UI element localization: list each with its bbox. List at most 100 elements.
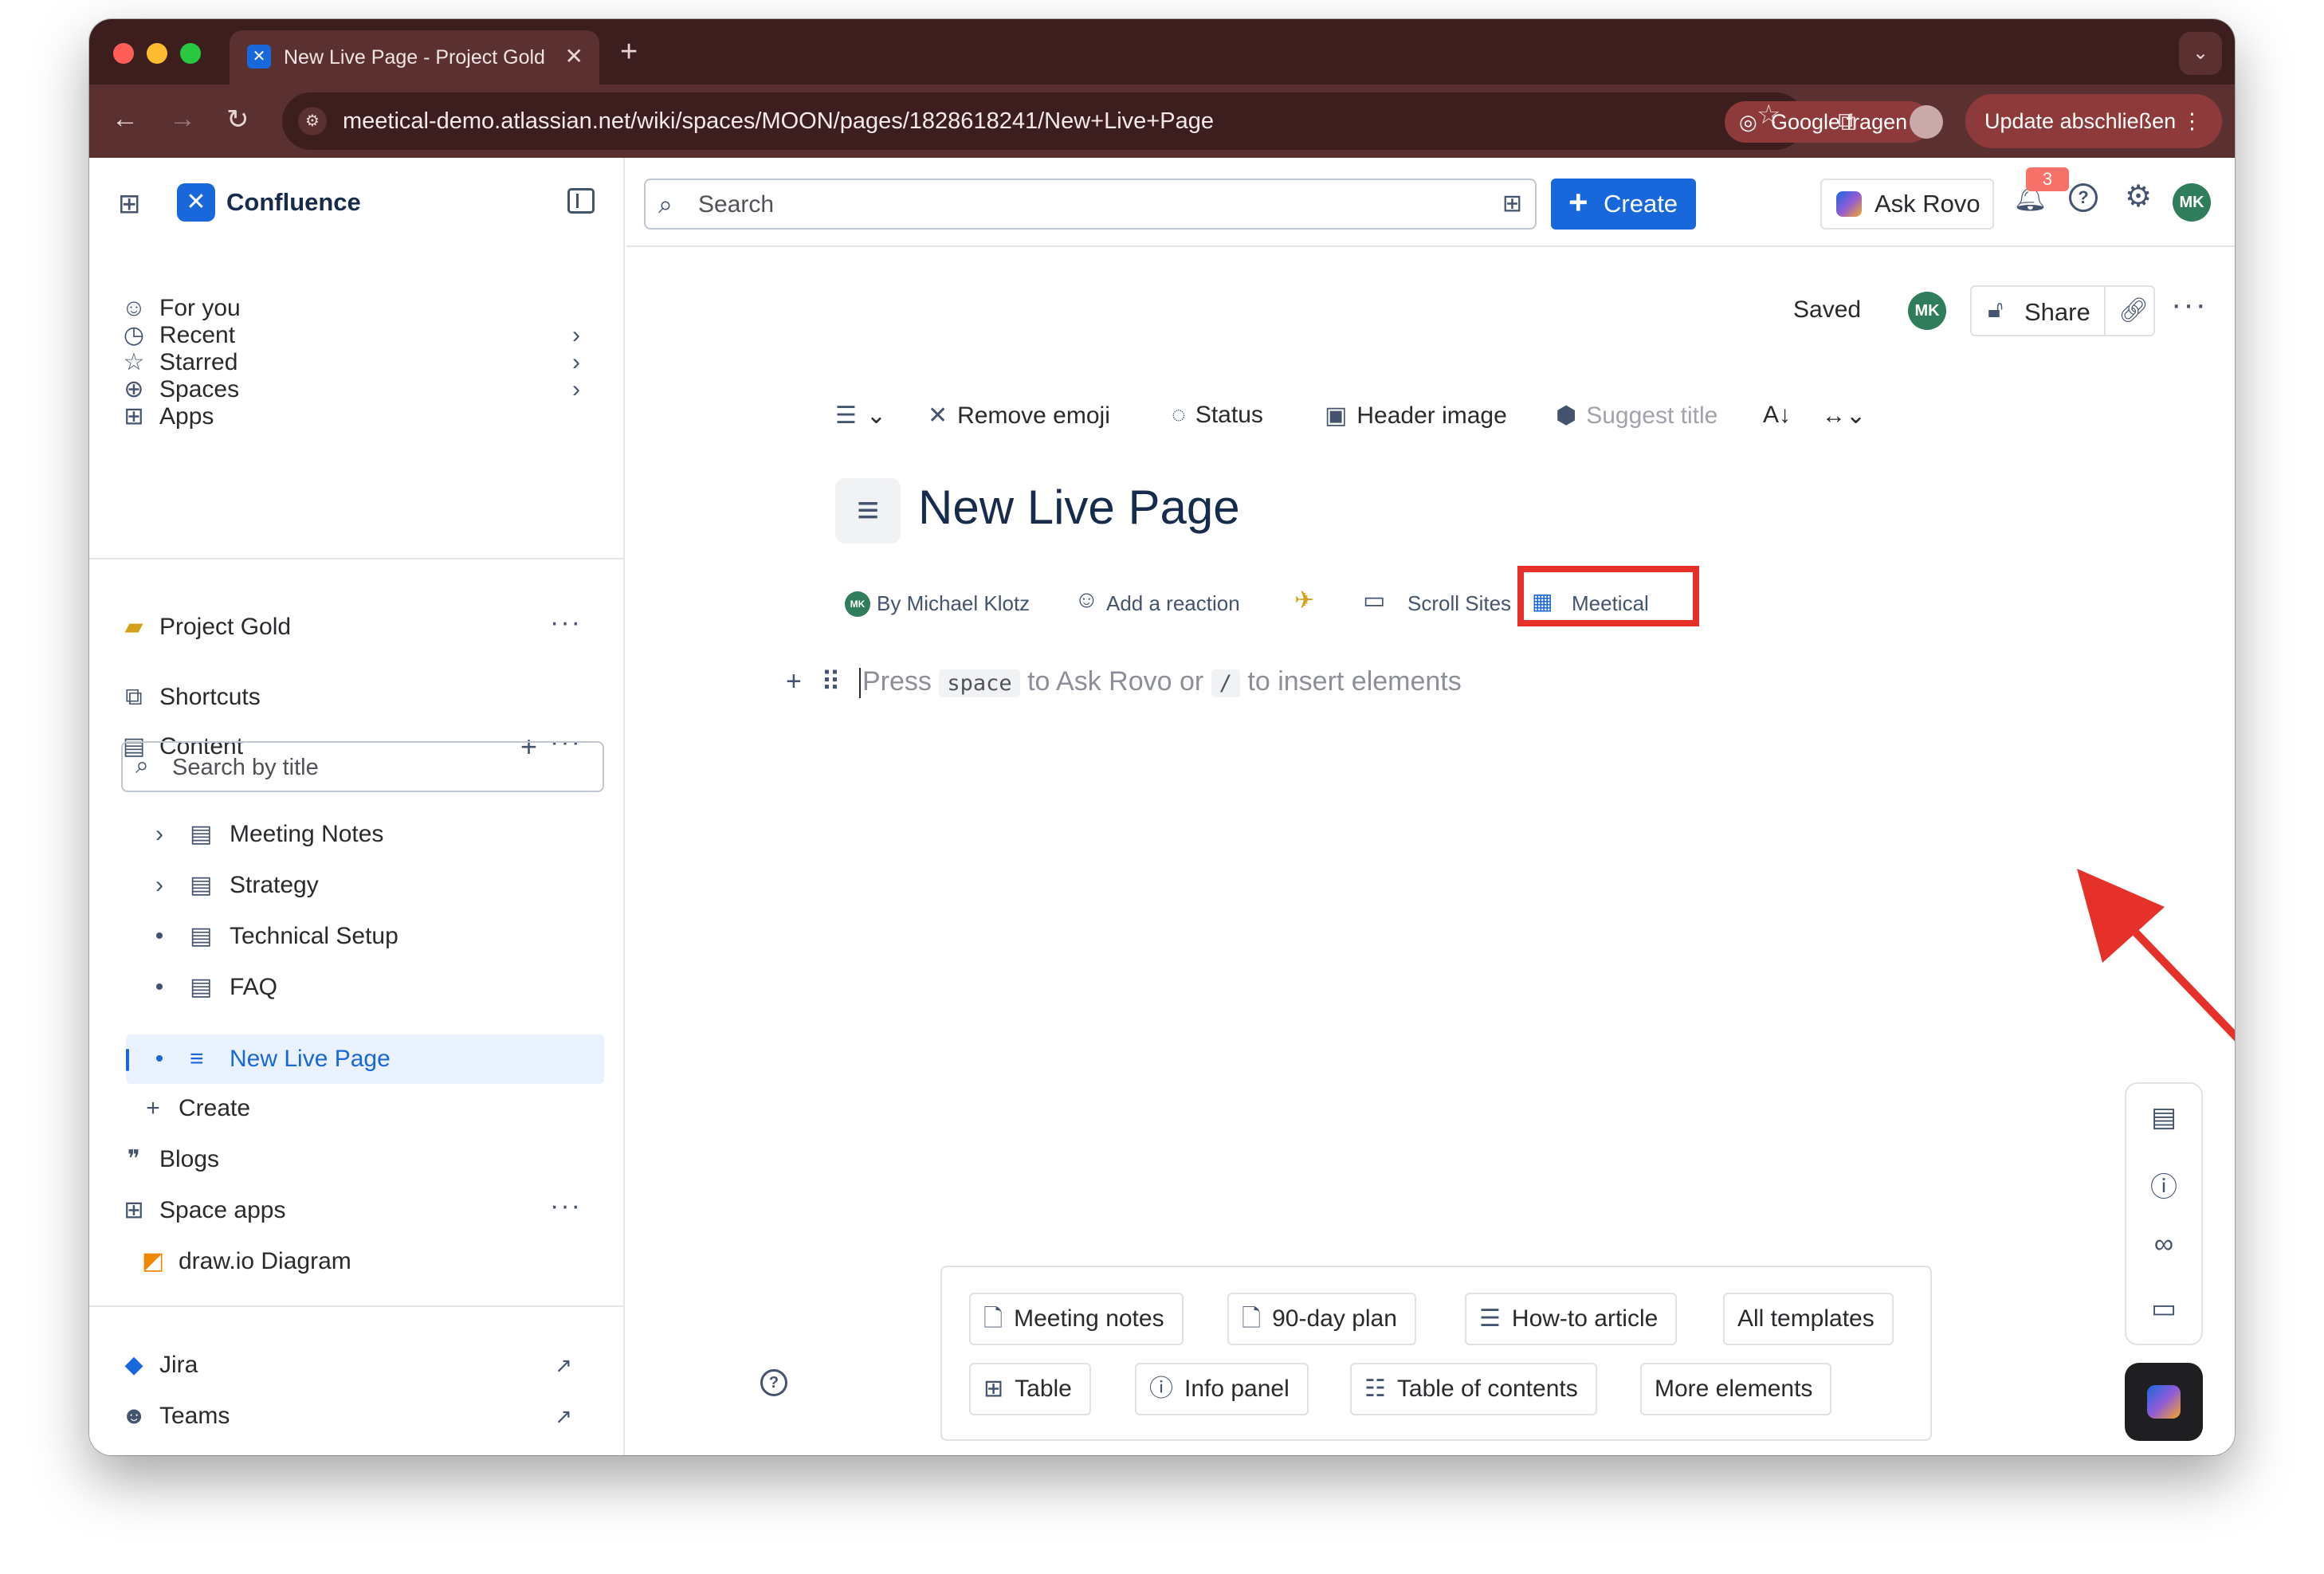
app-switcher-icon[interactable]: ⊞ [118,188,141,220]
saved-status: Saved [1793,296,1862,323]
space-more-icon[interactable]: ··· [550,599,582,646]
close-window-button[interactable] [113,43,134,64]
new-tab-icon[interactable]: + [620,35,638,69]
tab-search-chevron-icon[interactable]: ⌄ [2179,32,2222,75]
app-name[interactable]: Confluence [226,188,361,217]
template-label: Meeting notes [1014,1305,1164,1332]
suggest-title-button[interactable]: ⬢ Suggest title [1556,402,1717,430]
remove-emoji-button[interactable]: ✕ Remove emoji [928,402,1110,430]
search-apps-icon[interactable]: ⊞ [1502,190,1522,218]
element-info-panel[interactable]: ⓘ Info panel [1135,1363,1309,1415]
maximize-window-button[interactable] [180,43,201,64]
width-toggle[interactable]: ↔⌄ [1822,402,1866,430]
add-reaction-icon[interactable]: ☺ [1074,587,1099,614]
back-arrow-icon[interactable]: ← [112,104,139,135]
editor-placeholder[interactable]: + ⠿ Press space to Ask Rovo or / to inse… [786,660,1583,708]
scroll-sites-link[interactable]: Scroll Sites [1407,591,1511,616]
sidebar-item-drawio[interactable]: ◩ draw.io Diagram [137,1238,604,1285]
tree-item-strategy[interactable]: › ▤ Strategy [126,861,604,910]
sidebar-item-blogs[interactable]: ❞ Blogs [118,1136,604,1183]
rovo-logo-icon [2147,1385,2181,1419]
site-settings-icon[interactable]: ⚙ [298,107,327,135]
share-button[interactable]: 🔓︎ Share 🔗︎ [1970,285,2155,336]
template-90-day-plan[interactable]: 🗋 90-day plan [1227,1293,1416,1345]
more-elements-button[interactable]: More elements [1640,1363,1832,1415]
sidebar-item-label: Teams [159,1403,230,1429]
info-icon[interactable]: ⓘ [2126,1165,2201,1204]
settings-gear-icon[interactable]: ⚙ [2125,179,2152,214]
status-dashed-circle-icon: ◌ [1172,402,1186,428]
user-avatar[interactable]: MK [2173,183,2211,222]
all-templates-button[interactable]: All templates [1723,1293,1894,1345]
chevron-right-icon[interactable]: › [150,861,169,910]
tree-item-meeting-notes[interactable]: › ▤ Meeting Notes [126,810,604,859]
update-button[interactable]: Update abschließen ⋮ [1965,94,2222,148]
ask-rovo-button[interactable]: Ask Rovo [1820,179,1994,230]
sidebar-create-button[interactable]: + Create [137,1085,604,1132]
space-key-hint: space [939,669,1020,697]
profile-avatar[interactable] [1910,105,1943,139]
tree-item-technical-setup[interactable]: • ▤ Technical Setup [126,912,604,961]
copy-link-icon[interactable]: 🔗︎ [2118,296,2149,324]
search-input[interactable]: ⌕ Search ⊞ [644,179,1537,230]
drawio-icon: ◩ [141,1248,165,1274]
paper-plane-icon[interactable]: ✈ [1294,587,1314,614]
create-button[interactable]: + Create [1551,179,1696,230]
drag-handle-icon[interactable]: ⠿ [821,666,841,698]
sidebar-search-placeholder: Search by title [172,755,319,780]
page-title[interactable]: New Live Page [918,480,1240,535]
external-link-icon[interactable]: ↗ [555,1342,572,1388]
collapse-sidebar-icon[interactable] [567,188,595,214]
space-header[interactable]: ▰ Project Gold ··· [118,604,604,650]
loop-add-icon[interactable]: ∞ [2126,1229,2201,1260]
comment-icon[interactable]: ▤ [2126,1101,2201,1133]
sidebar-item-space-apps[interactable]: ⊞ Space apps ··· [118,1187,604,1234]
suggest-title-label: Suggest title [1586,402,1718,429]
sidebar-item-label: draw.io Diagram [179,1248,351,1274]
google-lens-button[interactable]: ◎ Google fragen [1725,101,1930,143]
header-image-button[interactable]: ▣ Header image [1325,402,1507,430]
add-block-icon[interactable]: + [786,666,802,697]
collaborator-avatar[interactable]: MK [1908,292,1946,330]
sidebar-item-jira[interactable]: ◆ Jira ↗ [118,1342,604,1388]
browser-tab[interactable]: ✕ New Live Page - Project Gold ✕ [230,30,599,84]
forward-arrow-icon[interactable]: → [169,104,196,135]
tree-item-label: Meeting Notes [230,821,384,847]
sidebar-item-apps[interactable]: ⊞ Apps [118,394,604,440]
chevron-right-icon[interactable]: › [150,810,169,859]
alignment-menu[interactable]: ☰ ⌄ [835,402,886,430]
sidebar-item-shortcuts[interactable]: ⧉ Shortcuts [118,674,604,720]
element-table-of-contents[interactable]: ☷ Table of contents [1350,1363,1597,1415]
video-icon[interactable]: ▭ [2126,1293,2201,1325]
image-icon: ▣ [1325,402,1348,429]
add-reaction-label[interactable]: Add a reaction [1106,591,1240,616]
apps-grid-icon: ⊞ [124,403,144,430]
bookmark-star-icon[interactable]: ☆ [1757,99,1780,131]
table-icon: ⊞ [983,1376,1004,1402]
status-button[interactable]: ◌ Status [1172,402,1263,429]
help-icon[interactable]: ? [760,1369,787,1396]
minimize-window-button[interactable] [147,43,167,64]
close-tab-icon[interactable]: ✕ [565,43,583,69]
help-icon[interactable]: ? [2069,183,2098,212]
sidebar-item-teams[interactable]: ☻ Teams ↗ [118,1393,604,1439]
author-name[interactable]: By Michael Klotz [877,591,1030,616]
external-link-icon[interactable]: ↗ [555,1393,572,1439]
template-meeting-notes[interactable]: 🗋 Meeting notes [969,1293,1184,1345]
reload-icon[interactable]: ↻ [226,104,249,135]
sidebar-search-input[interactable]: ⌕ Search by title [121,741,604,792]
more-actions-icon[interactable]: ··· [2171,287,2208,323]
apps-grid-icon: ⊞ [124,1197,144,1223]
tree-item-faq[interactable]: • ▤ FAQ [126,963,604,1012]
live-page-icon[interactable]: ≡ [835,478,901,544]
address-bar[interactable]: ⚙ meetical-demo.atlassian.net/wiki/space… [282,92,1930,150]
confluence-logo-icon[interactable]: ✕ [177,183,215,222]
text-size-icon[interactable]: A↓ [1763,402,1791,429]
extensions-icon[interactable]: ⧉ [1838,107,1856,137]
template-how-to-article[interactable]: ☰ How-to article [1465,1293,1678,1345]
element-table[interactable]: ⊞ Table [969,1363,1091,1415]
rovo-chat-button[interactable] [2125,1363,2203,1441]
tree-item-new-live-page[interactable]: • ≡ New Live Page [126,1034,604,1084]
browser-menu-icon[interactable]: ⋮ [2181,94,2203,148]
space-apps-more-icon[interactable]: ··· [550,1183,582,1229]
